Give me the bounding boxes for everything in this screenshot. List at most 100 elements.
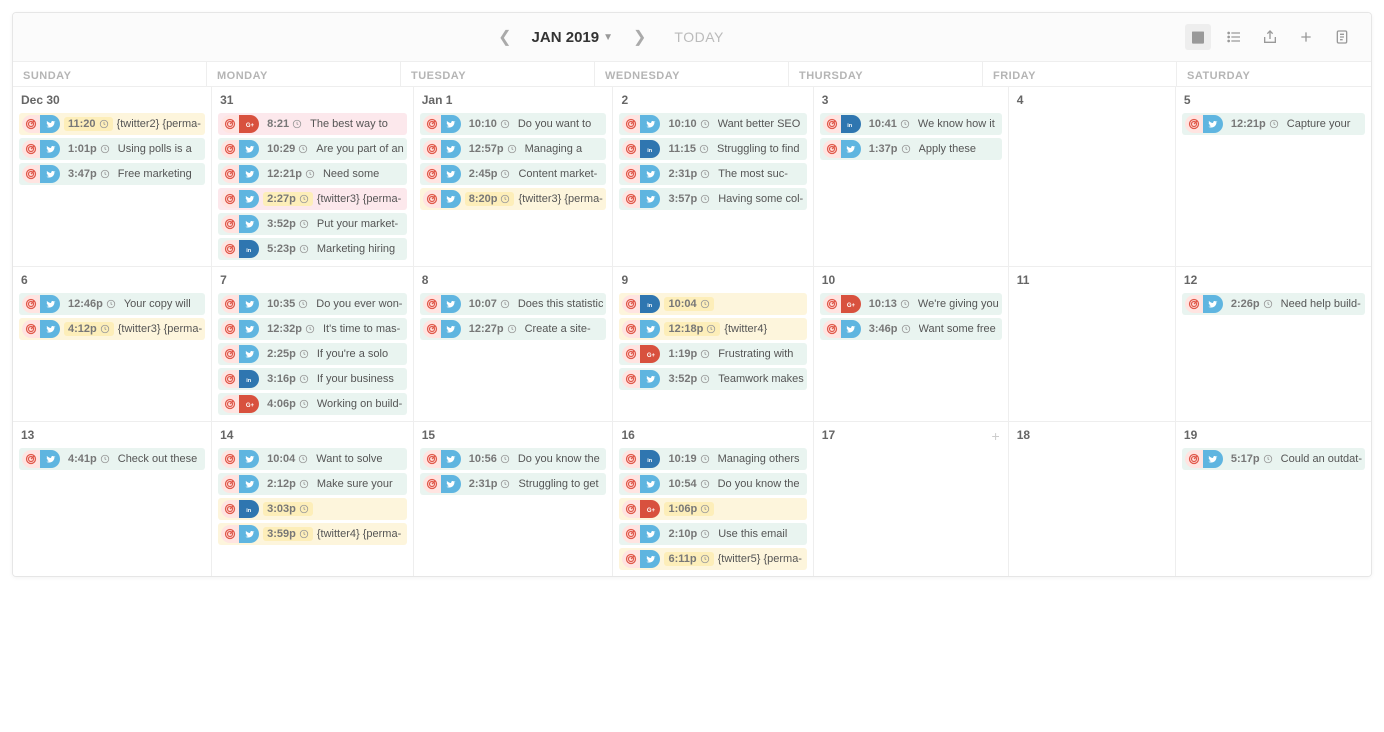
calendar-event[interactable]: 3:59p{twitter4} {perma- <box>218 523 407 545</box>
today-button[interactable]: TODAY <box>674 29 723 45</box>
calendar-event[interactable]: G+4:06pWorking on build- <box>218 393 407 415</box>
calendar-event[interactable]: 10:35Do you ever won- <box>218 293 407 315</box>
clock-icon <box>292 119 302 129</box>
calendar-cell[interactable]: Jan 110:10Do you want to12:57pManaging a… <box>414 86 614 266</box>
calendar-event[interactable]: 10:10Do you want to <box>420 113 607 135</box>
calendar-event[interactable]: 8:20p{twitter3} {perma- <box>420 188 607 210</box>
calendar-event[interactable]: 4:41pCheck out these <box>19 448 205 470</box>
add-event-button[interactable]: + <box>992 428 1000 444</box>
calendar-cell[interactable]: 810:07Does this statistic12:27pCreate a … <box>414 266 614 421</box>
calendar-event[interactable]: 2:31pThe most suc- <box>619 163 806 185</box>
event-badge <box>1185 295 1223 313</box>
calendar-cell[interactable]: 4 <box>1009 86 1176 266</box>
twitter-icon <box>640 115 660 133</box>
date-label: 5 <box>1182 91 1365 109</box>
calendar-cell[interactable]: 10G+10:13We're giving you3:46pWant some … <box>814 266 1009 421</box>
calendar-event[interactable]: in3:03p <box>218 498 407 520</box>
twitter-icon <box>239 165 259 183</box>
calendar-cell[interactable]: Dec 3011:20{twitter2} {perma-1:01pUsing … <box>13 86 212 266</box>
calendar-event[interactable]: 2:26pNeed help build- <box>1182 293 1365 315</box>
calendar-cell[interactable]: 210:10Want better SEOin11:15Struggling t… <box>613 86 813 266</box>
calendar-cell[interactable]: 5 12:21pCapture your <box>1176 86 1371 266</box>
event-text: Your copy will <box>124 298 202 310</box>
calendar-event[interactable]: 2:31pStruggling to get <box>420 473 607 495</box>
calendar-event[interactable]: in10:19Managing others <box>619 448 806 470</box>
calendar-event[interactable]: 10:04Want to solve <box>218 448 407 470</box>
calendar-cell[interactable]: 195:17pCould an outdat- <box>1176 421 1371 576</box>
calendar-event[interactable]: 2:45pContent market- <box>420 163 607 185</box>
prev-month-button[interactable]: ❮ <box>490 23 519 51</box>
event-text: Put your market- <box>317 218 404 230</box>
target-icon <box>22 450 40 468</box>
calendar-event[interactable]: 3:46pWant some free <box>820 318 1002 340</box>
calendar-event[interactable]: G+1:19pFrustrating with <box>619 343 806 365</box>
calendar-event[interactable]: in3:16pIf your business <box>218 368 407 390</box>
calendar-event[interactable]: 6:11p{twitter5} {perma- <box>619 548 806 570</box>
calendar-cell[interactable]: 11 <box>1009 266 1176 421</box>
twitter-icon <box>239 450 259 468</box>
calendar-event[interactable]: 3:52pTeamwork makes <box>619 368 806 390</box>
calendar-event[interactable]: 2:27p{twitter3} {perma- <box>218 188 407 210</box>
twitter-icon <box>239 345 259 363</box>
calendar-cell[interactable]: 17+ <box>814 421 1009 576</box>
month-label: JAN 2019 <box>532 29 600 46</box>
calendar-cell[interactable]: 1510:56Do you know the2:31pStruggling to… <box>414 421 614 576</box>
calendar-event[interactable]: 12:18p{twitter4} <box>619 318 806 340</box>
clock-icon <box>700 479 710 489</box>
calendar-cell[interactable]: 710:35Do you ever won-12:32pIt's time to… <box>212 266 414 421</box>
calendar-event[interactable]: 10:54Do you know the <box>619 473 806 495</box>
calendar-event[interactable]: G+1:06p <box>619 498 806 520</box>
calendar-event[interactable]: 2:25pIf you're a solo <box>218 343 407 365</box>
calendar-event[interactable]: 12:21pNeed some <box>218 163 407 185</box>
calendar-event[interactable]: 10:29Are you part of an <box>218 138 407 160</box>
calendar-event[interactable]: 4:12p{twitter3} {perma- <box>19 318 205 340</box>
calendar-event[interactable]: in11:15Struggling to find <box>619 138 806 160</box>
calendar-event[interactable]: 12:21pCapture your <box>1182 113 1365 135</box>
calendar-event[interactable]: 12:57pManaging a <box>420 138 607 160</box>
calendar-event[interactable]: 12:27pCreate a site- <box>420 318 607 340</box>
calendar-event[interactable]: 1:01pUsing polls is a <box>19 138 205 160</box>
calendar-event[interactable]: 11:20{twitter2} {perma- <box>19 113 205 135</box>
list-view-button[interactable] <box>1221 24 1247 50</box>
calendar-event[interactable]: 12:32pIt's time to mas- <box>218 318 407 340</box>
calendar-event[interactable]: G+8:21The best way to <box>218 113 407 135</box>
calendar-cell[interactable]: 18 <box>1009 421 1176 576</box>
calendar-event[interactable]: 10:10Want better SEO <box>619 113 806 135</box>
calendar-cell[interactable]: 16in10:19Managing others10:54Do you know… <box>613 421 813 576</box>
calendar-view-button[interactable] <box>1185 24 1211 50</box>
clock-icon <box>106 299 116 309</box>
calendar-cell[interactable]: 1410:04Want to solve2:12pMake sure youri… <box>212 421 414 576</box>
calendar-event[interactable]: 10:07Does this statistic <box>420 293 607 315</box>
calendar-cell[interactable]: 122:26pNeed help build- <box>1176 266 1371 421</box>
calendar-event[interactable]: G+10:13We're giving you <box>820 293 1002 315</box>
calendar-cell[interactable]: 612:46pYour copy will4:12p{twitter3} {pe… <box>13 266 212 421</box>
clock-icon <box>700 169 710 179</box>
event-text: Do you know the <box>518 453 604 465</box>
calendar-event[interactable]: 3:52pPut your market- <box>218 213 407 235</box>
googleplus-icon: G+ <box>640 345 660 363</box>
calendar-cell[interactable]: 3in10:41We know how it1:37pApply these <box>814 86 1009 266</box>
calendar-cell[interactable]: 134:41pCheck out these <box>13 421 212 576</box>
calendar-event[interactable]: 5:17pCould an outdat- <box>1182 448 1365 470</box>
calendar-cell[interactable]: 9in10:0412:18p{twitter4}G+1:19pFrustrati… <box>613 266 813 421</box>
calendar-event[interactable]: in10:04 <box>619 293 806 315</box>
calendar-event[interactable]: in10:41We know how it <box>820 113 1002 135</box>
calendar-event[interactable]: 3:57pHaving some col- <box>619 188 806 210</box>
notes-button[interactable] <box>1329 24 1355 50</box>
calendar-event[interactable]: in5:23pMarketing hiring <box>218 238 407 260</box>
calendar-event[interactable]: 2:12pMake sure your <box>218 473 407 495</box>
calendar-event[interactable]: 1:37pApply these <box>820 138 1002 160</box>
calendar-cell[interactable]: 31G+8:21The best way to10:29Are you part… <box>212 86 414 266</box>
twitter-icon <box>239 525 259 543</box>
next-month-button[interactable]: ❯ <box>625 23 654 51</box>
calendar-event[interactable]: 3:47pFree marketing <box>19 163 205 185</box>
calendar-event[interactable]: 2:10pUse this email <box>619 523 806 545</box>
event-time: 10:10 <box>664 117 713 131</box>
share-button[interactable] <box>1257 24 1283 50</box>
calendar-event[interactable]: 10:56Do you know the <box>420 448 607 470</box>
twitter-icon <box>239 320 259 338</box>
calendar-event[interactable]: 12:46pYour copy will <box>19 293 205 315</box>
event-badge <box>622 320 660 338</box>
add-button[interactable] <box>1293 24 1319 50</box>
month-selector[interactable]: JAN 2019 ▼ <box>532 29 613 46</box>
